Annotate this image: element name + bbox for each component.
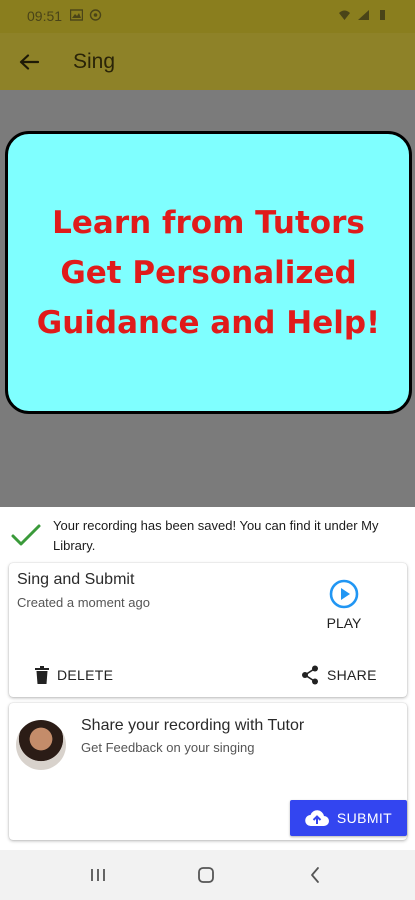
saved-notice-text: Your recording has been saved! You can f… <box>53 518 379 553</box>
check-icon <box>11 524 41 546</box>
delete-label: DELETE <box>57 667 114 683</box>
promo-line-2: Get Personalized <box>60 254 357 291</box>
back-nav-button[interactable] <box>303 863 327 887</box>
tutor-subtitle: Get Feedback on your singing <box>81 740 255 755</box>
play-label: PLAY <box>326 615 362 631</box>
recent-apps-icon <box>91 869 105 881</box>
play-circle-icon <box>329 579 359 609</box>
play-button[interactable]: PLAY <box>321 579 367 635</box>
wifi-icon <box>339 10 350 20</box>
system-nav-bar <box>0 850 415 900</box>
submit-button[interactable]: SUBMIT <box>290 800 407 836</box>
recording-subtitle: Created a moment ago <box>17 595 150 610</box>
delete-button[interactable]: DELETE <box>35 663 113 687</box>
home-icon <box>198 867 214 883</box>
arrow-left-icon <box>19 54 39 70</box>
share-icon <box>302 665 318 685</box>
status-system-icons <box>338 9 389 21</box>
page-title: Sing <box>73 50 116 73</box>
promo-line-1: Learn from Tutors <box>52 204 365 241</box>
home-button[interactable] <box>194 863 218 887</box>
saved-notice: Your recording has been saved! You can f… <box>0 507 415 562</box>
status-time: 09:51 <box>27 8 63 24</box>
recording-card: Sing and Submit Created a moment ago PLA… <box>9 563 407 697</box>
tutor-title: Share your recording with Tutor <box>81 717 305 734</box>
submit-label: SUBMIT <box>336 810 393 826</box>
recent-apps-button[interactable] <box>86 863 110 887</box>
status-notification-icons <box>70 9 102 21</box>
gallery-icon <box>70 9 83 21</box>
chevron-left-icon <box>311 867 319 883</box>
trash-icon <box>35 666 49 684</box>
signal-icon <box>358 10 369 20</box>
status-bar: 09:51 <box>0 0 415 33</box>
promo-line-3: Guidance and Help! <box>36 304 381 341</box>
share-button[interactable]: SHARE <box>301 663 377 687</box>
tutor-avatar <box>16 720 66 770</box>
bottom-sheet: Your recording has been saved! You can f… <box>0 507 415 850</box>
cloud-upload-icon <box>305 810 329 827</box>
whatsapp-icon <box>89 9 102 21</box>
battery-icon <box>380 10 385 20</box>
promo-banner: Learn from Tutors Get Personalized Guida… <box>5 131 412 414</box>
app-bar: Sing <box>0 33 415 90</box>
back-button[interactable] <box>14 47 44 77</box>
recording-title: Sing and Submit <box>17 571 135 588</box>
tutor-card: Share your recording with Tutor Get Feed… <box>9 703 407 840</box>
share-label: SHARE <box>327 667 377 683</box>
